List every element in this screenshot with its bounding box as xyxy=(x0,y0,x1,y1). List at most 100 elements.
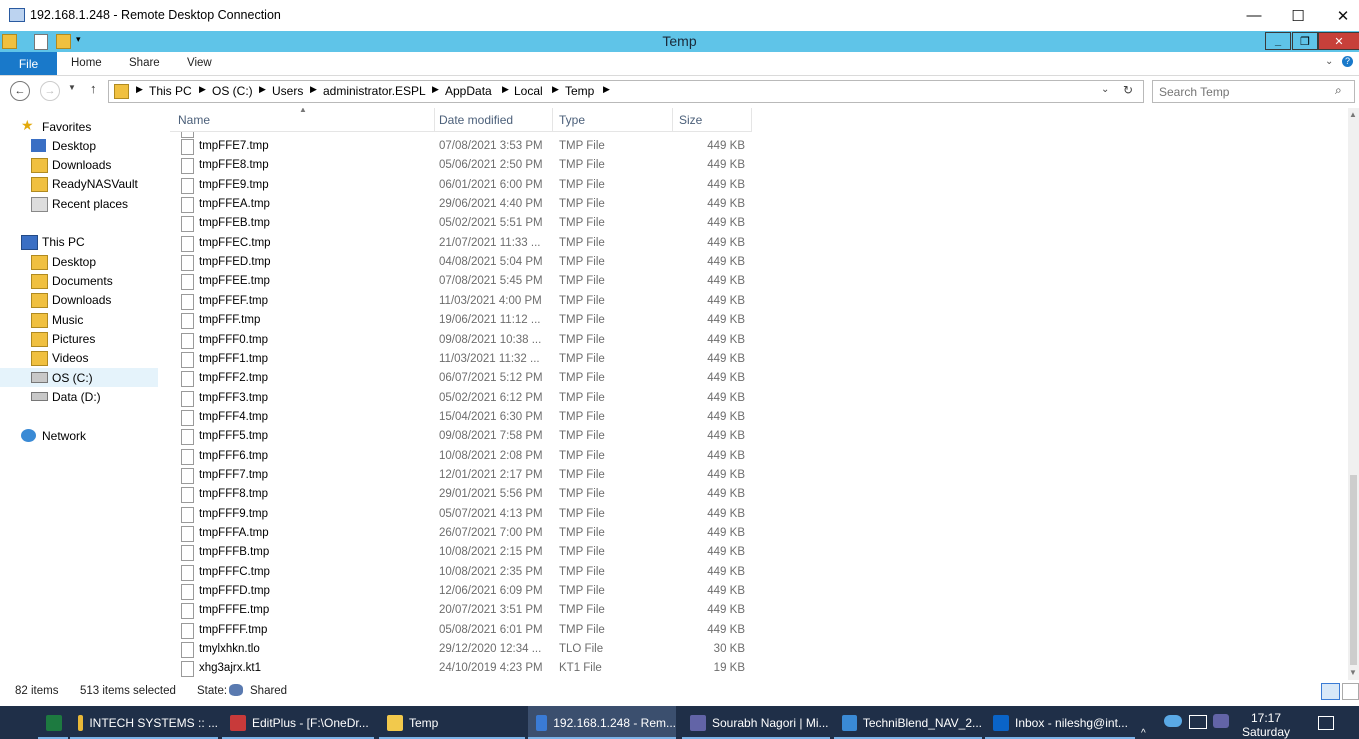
rdp-close-button[interactable]: ✕ xyxy=(1320,0,1359,31)
nav-pc-videos[interactable]: Videos xyxy=(0,348,158,367)
taskbar-button[interactable]: INTECH SYSTEMS :: ... xyxy=(70,706,218,739)
search-input[interactable] xyxy=(1157,83,1331,100)
column-divider[interactable] xyxy=(552,108,553,131)
explorer-restore-button[interactable]: ❐ xyxy=(1292,32,1318,50)
column-divider[interactable] xyxy=(672,108,673,131)
teams-tray-icon[interactable] xyxy=(1213,714,1229,728)
table-row[interactable]: tmpFFEB.tmp 05/02/2021 5:51 PM TMP File 449… xyxy=(170,214,752,233)
notification-center-icon[interactable] xyxy=(1318,716,1334,730)
table-row[interactable]: tmpFFE7.tmp 07/08/2021 3:53 PM TMP File 449… xyxy=(170,137,752,156)
nav-pc-pictures[interactable]: Pictures xyxy=(0,329,158,348)
breadcrumb-appdata[interactable]: AppData xyxy=(445,84,492,98)
table-row[interactable]: tmpFFFB.tmp 10/08/2021 2:15 PM TMP File 449… xyxy=(170,543,752,562)
taskbar-button[interactable]: EditPlus - [F:\OneDr... xyxy=(222,706,374,739)
column-header-size[interactable]: Size xyxy=(679,113,702,127)
table-row[interactable]: tmpFFFE.tmp 20/07/2021 3:51 PM TMP File 449… xyxy=(170,601,752,620)
nav-this-pc[interactable]: This PC xyxy=(0,232,158,251)
up-button[interactable]: ↑ xyxy=(90,81,97,96)
breadcrumb-temp[interactable]: Temp xyxy=(565,84,594,98)
large-icons-view-button[interactable] xyxy=(1342,683,1359,700)
help-icon[interactable]: ? xyxy=(1342,56,1353,67)
nav-favorites[interactable]: ★ Favorites xyxy=(0,117,158,136)
onedrive-icon[interactable] xyxy=(1164,715,1182,727)
nav-favorites-recent-places[interactable]: Recent places xyxy=(0,194,158,213)
rdp-minimize-button[interactable]: — xyxy=(1231,0,1277,31)
table-row[interactable]: tmpFFF9.tmp 05/07/2021 4:13 PM TMP File 449… xyxy=(170,505,752,524)
taskbar-button[interactable]: 192.168.1.248 - Rem... xyxy=(528,706,676,739)
tab-home[interactable]: Home xyxy=(71,57,102,69)
nav-pc-documents[interactable]: Documents xyxy=(0,271,158,290)
table-row[interactable]: tmpFFF8.tmp 29/01/2021 5:56 PM TMP File 449… xyxy=(170,485,752,504)
table-row[interactable]: tmpFFFC.tmp 10/08/2021 2:35 PM TMP File 449… xyxy=(170,563,752,582)
table-row[interactable]: tmpFFE9.tmp 06/01/2021 6:00 PM TMP File 449… xyxy=(170,176,752,195)
table-row[interactable]: tmpFFED.tmp 04/08/2021 5:04 PM TMP File 449… xyxy=(170,253,752,272)
tab-file[interactable]: File xyxy=(0,52,57,75)
network-tray-icon[interactable] xyxy=(1189,715,1207,729)
table-row[interactable]: tmpFFF2.tmp 06/07/2021 5:12 PM TMP File 449… xyxy=(170,369,752,388)
details-view-button[interactable] xyxy=(1321,683,1340,700)
address-bar[interactable]: ▶ This PC ▶ OS (C:) ▶ Users ▶ administra… xyxy=(108,80,1144,103)
table-row[interactable]: tmpFFF1.tmp 11/03/2021 11:32 ... TMP File 4… xyxy=(170,350,752,369)
table-row[interactable]: tmpFFF3.tmp 05/02/2021 6:12 PM TMP File 449… xyxy=(170,389,752,408)
table-row[interactable]: tmpFFFD.tmp 12/06/2021 6:09 PM TMP File 449… xyxy=(170,582,752,601)
taskbar-button[interactable]: Sourabh Nagori | Mi... xyxy=(682,706,830,739)
table-row[interactable]: tmpFFEA.tmp 29/06/2021 4:40 PM TMP File 449… xyxy=(170,195,752,214)
taskbar-button[interactable]: TechniBlend_NAV_2... xyxy=(834,706,982,739)
expand-ribbon-icon[interactable]: ⌄ xyxy=(1325,56,1333,67)
table-row[interactable]: tmpFFF.tmp 19/06/2021 11:12 ... TMP File 44… xyxy=(170,311,752,330)
explorer-close-button[interactable]: ✕ xyxy=(1318,32,1359,50)
address-history-chevron-icon[interactable]: ⌄ xyxy=(1101,84,1109,95)
table-row[interactable]: tmpFFF6.tmp 10/08/2021 2:08 PM TMP File 449… xyxy=(170,447,752,466)
breadcrumb-administrator[interactable]: administrator.ESPL xyxy=(323,84,426,98)
breadcrumb-users[interactable]: Users xyxy=(272,84,303,98)
refresh-icon[interactable]: ↻ xyxy=(1123,83,1133,97)
table-row[interactable]: xhg3ajrx.kt1 24/10/2019 4:23 PM KT1 File 19… xyxy=(170,659,752,678)
scrollbar-thumb[interactable] xyxy=(1350,475,1357,665)
back-button[interactable]: ← xyxy=(10,81,30,101)
column-divider[interactable] xyxy=(751,108,752,131)
breadcrumb-local[interactable]: Local xyxy=(514,84,543,98)
column-header-date[interactable]: Date modified xyxy=(439,113,513,127)
table-row[interactable]: tmpFFF4.tmp 15/04/2021 6:30 PM TMP File 449… xyxy=(170,408,752,427)
table-row[interactable]: tmpFFF5.tmp 09/08/2021 7:58 PM TMP File 449… xyxy=(170,427,752,446)
column-divider[interactable] xyxy=(434,108,435,131)
explorer-minimize-button[interactable]: _ xyxy=(1265,32,1291,50)
file-size: 449 KB xyxy=(707,449,745,462)
rdp-maximize-button[interactable]: ☐ xyxy=(1275,0,1321,31)
recent-locations-chevron-icon[interactable]: ▼ xyxy=(68,83,76,92)
breadcrumb-os-c[interactable]: OS (C:) xyxy=(212,84,253,98)
nav-favorites-downloads[interactable]: Downloads xyxy=(0,155,158,174)
column-header-type[interactable]: Type xyxy=(559,113,585,127)
table-row[interactable]: tmpFFEE.tmp 07/08/2021 5:45 PM TMP File 449… xyxy=(170,272,752,291)
nav-network[interactable]: Network xyxy=(0,426,158,445)
nav-pc-os-c[interactable]: OS (C:) xyxy=(0,368,158,387)
table-row[interactable]: tmpFFF0.tmp 09/08/2021 10:38 ... TMP File 4… xyxy=(170,331,752,350)
scroll-up-icon[interactable]: ▲ xyxy=(1349,110,1357,119)
tab-view[interactable]: View xyxy=(187,57,212,69)
nav-pc-downloads[interactable]: Downloads xyxy=(0,290,158,309)
forward-button[interactable]: → xyxy=(40,81,60,101)
scroll-down-icon[interactable]: ▼ xyxy=(1349,668,1357,677)
search-icon[interactable]: ⌕ xyxy=(1335,83,1342,98)
nav-pc-music[interactable]: Music xyxy=(0,310,158,329)
search-box[interactable]: ⌕ xyxy=(1152,80,1355,103)
breadcrumb-this-pc[interactable]: This PC xyxy=(149,84,192,98)
show-hidden-icons-chevron-icon[interactable]: ^ xyxy=(1141,728,1146,739)
column-header-name[interactable]: Name xyxy=(178,113,210,127)
nav-pc-data-d[interactable]: Data (D:) xyxy=(0,387,158,406)
system-clock[interactable]: 17:17 Saturday xyxy=(1236,711,1296,739)
table-row[interactable]: tmpFFFA.tmp 26/07/2021 7:00 PM TMP File 449… xyxy=(170,524,752,543)
tab-share[interactable]: Share xyxy=(129,57,160,69)
table-row[interactable]: tmpFFEF.tmp 11/03/2021 4:00 PM TMP File 449… xyxy=(170,292,752,311)
nav-favorites-readynasvault[interactable]: ReadyNASVault xyxy=(0,174,158,193)
table-row[interactable]: tmpFFEC.tmp 21/07/2021 11:33 ... TMP File 4… xyxy=(170,234,752,253)
nav-favorites-desktop[interactable]: Desktop xyxy=(0,136,158,155)
taskbar-button[interactable]: Inbox - nileshg@int... xyxy=(985,706,1135,739)
taskbar-button[interactable] xyxy=(38,706,68,739)
nav-pc-desktop[interactable]: Desktop xyxy=(0,252,158,271)
table-row[interactable]: tmpFFE8.tmp 05/06/2021 2:50 PM TMP File 449… xyxy=(170,156,752,175)
table-row[interactable]: tmylxhkn.tlo 29/12/2020 12:34 ... TLO File… xyxy=(170,640,752,659)
table-row[interactable]: tmpFFF7.tmp 12/01/2021 2:17 PM TMP File 449… xyxy=(170,466,752,485)
table-row[interactable]: tmpFFFF.tmp 05/08/2021 6:01 PM TMP File 449… xyxy=(170,621,752,640)
taskbar-button[interactable]: Temp xyxy=(379,706,525,739)
